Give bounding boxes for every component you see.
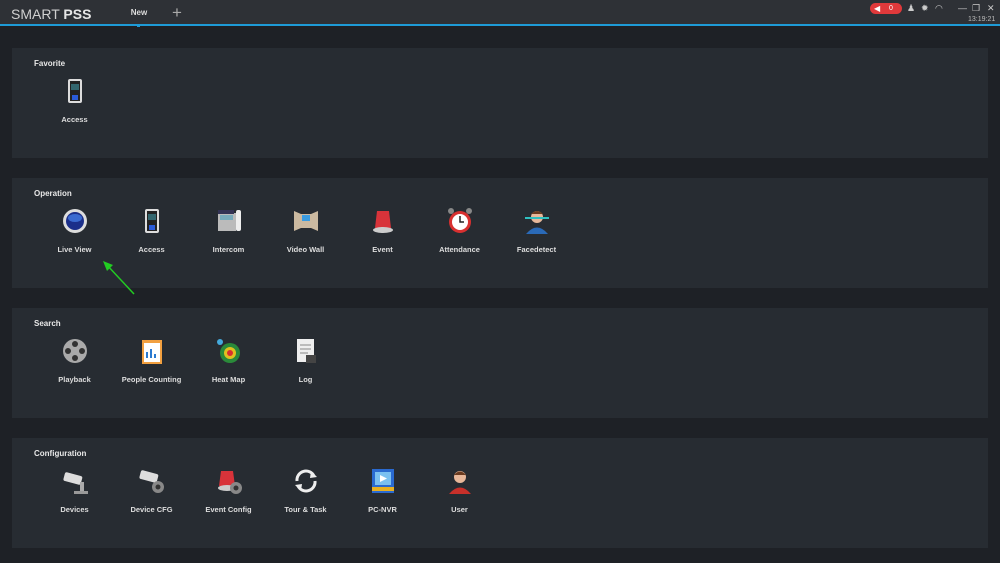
liveview-icon	[62, 209, 87, 233]
module-label: Access	[61, 115, 88, 124]
module-label: Device CFG	[130, 505, 173, 514]
module-intercom[interactable]: Intercom	[190, 206, 267, 266]
module-facedetect[interactable]: Facedetect	[498, 206, 575, 266]
tourtask-icon	[294, 469, 317, 493]
module-label: Intercom	[212, 245, 245, 254]
module-label: People Counting	[121, 375, 182, 384]
pcnvr-icon	[371, 469, 394, 493]
module-user[interactable]: User	[421, 466, 498, 526]
module-tourtask[interactable]: Tour & Task	[267, 466, 344, 526]
module-access[interactable]: Access	[113, 206, 190, 266]
module-peoplecounting[interactable]: People Counting	[113, 336, 190, 396]
module-log[interactable]: Log	[267, 336, 344, 396]
module-label: Heat Map	[211, 375, 246, 384]
intercom-icon	[217, 210, 241, 231]
logo-text: SMART	[11, 6, 64, 22]
title-bar: SMART PSS New + ◀ 0 ♟ ✹ ◠ — ❐ ✕ 13:19:21	[0, 0, 1000, 27]
module-devicecfg[interactable]: Device CFG	[113, 466, 190, 526]
attendance-icon	[447, 208, 472, 233]
peoplecounting-icon	[141, 340, 162, 364]
module-devices[interactable]: Devices	[36, 466, 113, 526]
access-icon	[67, 79, 82, 103]
module-videowall[interactable]: Video Wall	[267, 206, 344, 266]
module-event[interactable]: Event	[344, 206, 421, 266]
module-liveview[interactable]: Live View	[36, 206, 113, 266]
arrow-annotation	[103, 261, 135, 295]
user-icon[interactable]: ♟	[907, 3, 915, 14]
module-label: User	[451, 505, 468, 514]
minimize-icon[interactable]: —	[958, 3, 967, 13]
module-pcnvr[interactable]: PC-NVR	[344, 466, 421, 526]
playback-icon	[62, 339, 87, 363]
module-playback[interactable]: Playback	[36, 336, 113, 396]
facedetect-icon	[524, 211, 549, 234]
log-icon	[296, 339, 316, 363]
module-label: Access	[138, 245, 165, 254]
heatmap-icon	[216, 339, 240, 363]
devicecfg-icon	[138, 470, 164, 493]
module-label: Event	[372, 245, 393, 254]
module-label: Live View	[57, 245, 92, 254]
module-heatmap[interactable]: Heat Map	[190, 336, 267, 396]
section-title: Configuration	[34, 449, 87, 458]
restore-icon[interactable]: ❐	[972, 3, 980, 14]
module-label: Video Wall	[286, 245, 325, 254]
module-label: PC-NVR	[368, 505, 397, 514]
section-favorite: Favorite Access	[12, 48, 988, 158]
user-icon	[448, 471, 471, 494]
module-attendance[interactable]: Attendance	[421, 206, 498, 266]
logo-text-bold: PSS	[63, 6, 92, 22]
module-label: Facedetect	[516, 245, 557, 254]
devices-icon	[62, 472, 88, 494]
module-label: Playback	[58, 375, 91, 384]
module-label: Event Config	[205, 505, 252, 514]
clock: 13:19:21	[968, 16, 996, 23]
module-label: Log	[298, 375, 313, 384]
section-title: Operation	[34, 189, 72, 198]
add-tab-button[interactable]: +	[172, 3, 182, 23]
access-icon	[144, 209, 159, 233]
module-eventconfig[interactable]: Event Config	[190, 466, 267, 526]
event-icon	[372, 211, 393, 233]
gear-icon[interactable]: ✹	[921, 3, 929, 14]
videowall-icon	[293, 211, 318, 231]
alarm-button[interactable]: ◀ 0	[870, 3, 902, 14]
tab-new[interactable]: New	[126, 8, 152, 27]
section-search: Search Playback People Counting Heat Map Log	[12, 308, 988, 418]
module-label: Tour & Task	[284, 505, 327, 514]
section-configuration: Configuration Devices Device CFG Event Conf…	[12, 438, 988, 548]
app-logo: SMART PSS	[11, 6, 91, 22]
section-operation: Operation Live View Access Intercom Video Wa…	[12, 178, 988, 288]
module-label: Devices	[60, 505, 89, 514]
alarm-count: 0	[889, 5, 893, 12]
gauge-icon[interactable]: ◠	[935, 3, 943, 14]
module-label: Attendance	[439, 245, 480, 254]
eventconfig-icon	[217, 471, 242, 494]
section-title: Search	[34, 319, 61, 328]
close-icon[interactable]: ✕	[987, 3, 995, 14]
section-title: Favorite	[34, 59, 66, 68]
speaker-icon: ◀	[874, 4, 881, 13]
module-access[interactable]: Access	[36, 76, 113, 136]
